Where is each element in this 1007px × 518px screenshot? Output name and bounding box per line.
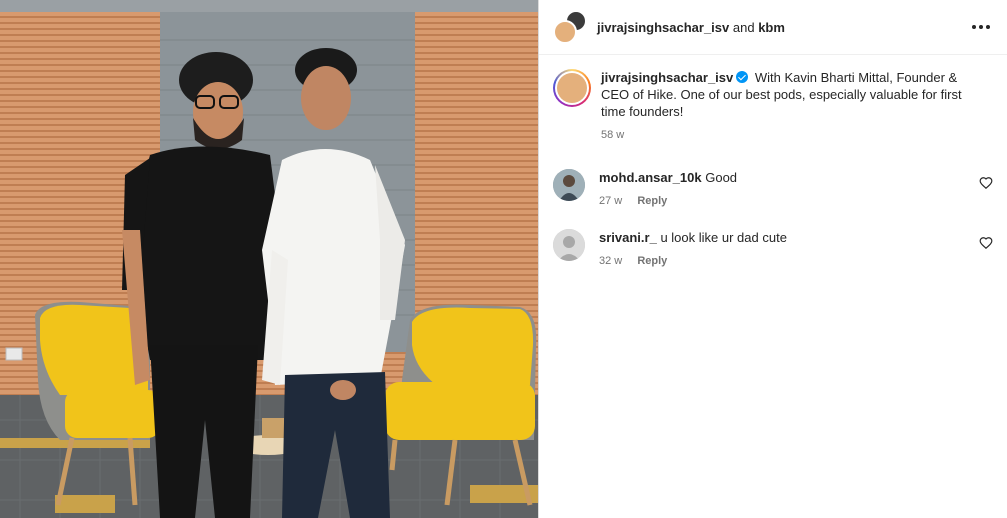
comment-username[interactable]: mohd.ansar_10k	[599, 170, 702, 185]
heart-icon[interactable]	[979, 236, 993, 250]
caption-meta: 58 w	[601, 129, 981, 141]
post-details-panel: jivrajsinghsachar_isv and kbm jivrajsing…	[538, 0, 1007, 518]
header-username-secondary[interactable]: kbm	[758, 20, 785, 35]
comments-list: jivrajsinghsachar_isv With Kavin Bharti …	[539, 55, 1007, 267]
comment-text-line: srivani.r_ u look like ur dad cute	[599, 229, 959, 246]
caption-username[interactable]: jivrajsinghsachar_isv	[601, 70, 733, 85]
reply-button[interactable]: Reply	[637, 255, 667, 267]
comment-time[interactable]: 27 w	[599, 195, 622, 207]
header-username-primary[interactable]: jivrajsinghsachar_isv	[597, 20, 729, 35]
comment-meta: 32 w Reply	[599, 255, 959, 267]
post-dialog: jivrajsinghsachar_isv and kbm jivrajsing…	[0, 0, 1007, 518]
comment-item: srivani.r_ u look like ur dad cute 32 w …	[553, 229, 993, 267]
comment-text-line: mohd.ansar_10k Good	[599, 169, 959, 186]
comment-username[interactable]: srivani.r_	[599, 230, 657, 245]
more-options-icon[interactable]	[969, 17, 993, 37]
caption-avatar[interactable]	[553, 69, 591, 107]
heart-icon[interactable]	[979, 176, 993, 190]
reply-button[interactable]: Reply	[637, 195, 667, 207]
caption-text: jivrajsinghsachar_isv With Kavin Bharti …	[601, 69, 981, 120]
profile-photo	[553, 169, 585, 201]
default-avatar-icon[interactable]	[553, 229, 585, 261]
comment-meta: 27 w Reply	[599, 195, 959, 207]
header-usernames: jivrajsinghsachar_isv and kbm	[597, 20, 785, 35]
collab-avatars[interactable]	[553, 10, 587, 44]
comment-text: Good	[705, 170, 738, 185]
verified-badge-icon	[736, 71, 749, 83]
default-avatar-graphic	[553, 229, 585, 261]
post-image[interactable]	[0, 0, 538, 518]
comment-text: u look like ur dad cute	[660, 230, 787, 245]
post-header: jivrajsinghsachar_isv and kbm	[539, 0, 1007, 55]
comment-item: mohd.ansar_10k Good 27 w Reply	[553, 169, 993, 207]
post-photo-illustration	[0, 0, 538, 518]
commenter-avatar[interactable]	[553, 169, 585, 201]
caption: jivrajsinghsachar_isv With Kavin Bharti …	[553, 69, 993, 141]
header-and-text: and	[732, 19, 755, 35]
caption-time[interactable]: 58 w	[601, 129, 624, 141]
comment-time[interactable]: 32 w	[599, 255, 622, 267]
avatar-jivrajsinghsachar[interactable]	[553, 20, 577, 44]
